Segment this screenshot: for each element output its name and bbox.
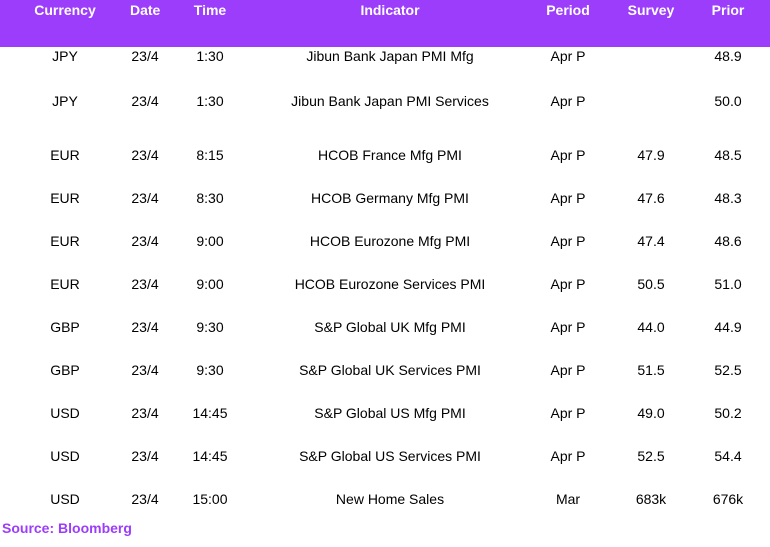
cell-time: 9:30: [196, 318, 224, 335]
cell-survey: 47.9: [637, 146, 665, 163]
cell-time: 15:00: [192, 490, 228, 507]
cell-indicator: S&P Global UK Mfg PMI: [314, 318, 466, 335]
cell-prior: 48.6: [714, 232, 742, 249]
cell-time: 14:45: [192, 404, 228, 421]
cell-date: 23/4: [131, 404, 159, 421]
cell-date: 23/4: [131, 93, 159, 109]
table-row: USD 23/4 15:00 New Home Sales Mar 683k 676k: [0, 477, 770, 520]
cell-period: Apr P: [550, 232, 586, 249]
cell-time: 9:00: [196, 275, 224, 292]
cell-date: 23/4: [131, 318, 159, 335]
cell-date: 23/4: [131, 490, 159, 507]
cell-indicator: S&P Global US Services PMI: [299, 447, 481, 464]
cell-survey: [616, 47, 686, 69]
table-row: EUR 23/4 8:30 HCOB Germany Mfg PMI Apr P 47.6…: [0, 176, 770, 219]
cell-prior: 50.0: [714, 93, 742, 109]
table-row: EUR 23/4 9:00 HCOB Eurozone Mfg PMI Apr P 47.…: [0, 219, 770, 262]
cell-survey: [616, 69, 686, 133]
cell-currency: GBP: [50, 318, 80, 335]
cell-time: 1:30: [196, 48, 224, 64]
cell-indicator: S&P Global UK Services PMI: [299, 361, 481, 378]
cell-currency: EUR: [50, 189, 80, 206]
cell-prior: 48.5: [714, 146, 742, 163]
cell-indicator: S&P Global US Mfg PMI: [314, 404, 466, 421]
cell-currency: EUR: [50, 275, 80, 292]
cell-period: Apr P: [550, 93, 586, 109]
cell-period: Apr P: [550, 404, 586, 421]
header-prior: Prior: [686, 0, 770, 47]
cell-survey: 51.5: [637, 361, 665, 378]
cell-indicator: HCOB Eurozone Mfg PMI: [309, 232, 471, 249]
cell-period: Apr P: [550, 48, 586, 64]
cell-indicator: Jibun Bank Japan PMI Services: [291, 93, 489, 109]
cell-time: 8:15: [196, 146, 224, 163]
header-indicator: Indicator: [260, 0, 520, 47]
table-row: USD 23/4 14:45 S&P Global US Services PMI Ap…: [0, 434, 770, 477]
cell-currency: EUR: [50, 146, 80, 163]
cell-indicator: HCOB France Mfg PMI: [318, 146, 462, 163]
table-row: GBP 23/4 9:30 S&P Global UK Mfg PMI Apr P 44.…: [0, 305, 770, 348]
economic-calendar-table: Currency Date Time Indicator Period Surv…: [0, 0, 770, 520]
cell-date: 23/4: [131, 146, 159, 163]
cell-survey: 49.0: [637, 404, 665, 421]
cell-prior: 54.4: [714, 447, 742, 464]
cell-currency: USD: [50, 490, 80, 507]
table-row: GBP 23/4 9:30 S&P Global UK Services PMI Apr…: [0, 348, 770, 391]
cell-survey: 683k: [635, 490, 667, 507]
cell-period: Apr P: [550, 361, 586, 378]
cell-currency: JPY: [52, 93, 78, 109]
source-note: Source: Bloomberg: [2, 520, 132, 536]
cell-indicator: New Home Sales: [335, 490, 445, 507]
table-row: JPY 23/4 1:30 Jibun Bank Japan PMI Services…: [0, 69, 770, 133]
header-date: Date: [130, 0, 160, 47]
cell-survey: 44.0: [637, 318, 665, 335]
table-row: USD 23/4 14:45 S&P Global US Mfg PMI Apr P 49…: [0, 391, 770, 434]
cell-date: 23/4: [131, 275, 159, 292]
cell-indicator: HCOB Germany Mfg PMI: [311, 189, 469, 206]
cell-date: 23/4: [131, 189, 159, 206]
cell-time: 9:30: [196, 361, 224, 378]
cell-currency: GBP: [50, 361, 80, 378]
cell-period: Mar: [555, 490, 581, 507]
cell-survey: 47.6: [637, 189, 665, 206]
cell-period: Apr P: [550, 189, 586, 206]
table-row: EUR 23/4 8:15 HCOB France Mfg PMI Apr P 47.9 4…: [0, 133, 770, 176]
cell-date: 23/4: [131, 361, 159, 378]
cell-prior: 51.0: [714, 275, 742, 292]
cell-prior: 676k: [712, 490, 744, 507]
cell-date: 23/4: [131, 232, 159, 249]
cell-period: Apr P: [550, 146, 586, 163]
cell-prior: 48.9: [714, 48, 742, 64]
header-period: Period: [520, 0, 616, 47]
cell-prior: 52.5: [714, 361, 742, 378]
table-body: JPY 23/4 1:30 Jibun Bank Japan PMI Mfg Apr P…: [0, 47, 770, 520]
cell-time: 9:00: [196, 232, 224, 249]
cell-survey: 52.5: [637, 447, 665, 464]
header-survey: Survey: [616, 0, 686, 47]
cell-survey: 50.5: [637, 275, 665, 292]
header-time: Time: [160, 0, 260, 47]
cell-date: 23/4: [131, 447, 159, 464]
table-header-row: Currency Date Time Indicator Period Surv…: [0, 0, 770, 47]
cell-period: Apr P: [550, 275, 586, 292]
cell-prior: 50.2: [714, 404, 742, 421]
cell-survey: 47.4: [637, 232, 665, 249]
cell-period: Apr P: [550, 318, 586, 335]
cell-time: 1:30: [196, 93, 224, 109]
cell-currency: JPY: [52, 48, 78, 64]
cell-time: 14:45: [192, 447, 228, 464]
table-row: JPY 23/4 1:30 Jibun Bank Japan PMI Mfg Apr P…: [0, 47, 770, 69]
cell-date: 23/4: [131, 48, 159, 64]
header-currency: Currency: [0, 0, 130, 47]
cell-indicator: HCOB Eurozone Services PMI: [294, 275, 486, 292]
cell-prior: 44.9: [714, 318, 742, 335]
cell-currency: EUR: [50, 232, 80, 249]
cell-currency: USD: [50, 447, 80, 464]
cell-indicator: Jibun Bank Japan PMI Mfg: [306, 48, 474, 64]
cell-period: Apr P: [550, 447, 586, 464]
cell-time: 8:30: [196, 189, 224, 206]
cell-prior: 48.3: [714, 189, 742, 206]
cell-currency: USD: [50, 404, 80, 421]
table-row: EUR 23/4 9:00 HCOB Eurozone Services PMI Apr…: [0, 262, 770, 305]
